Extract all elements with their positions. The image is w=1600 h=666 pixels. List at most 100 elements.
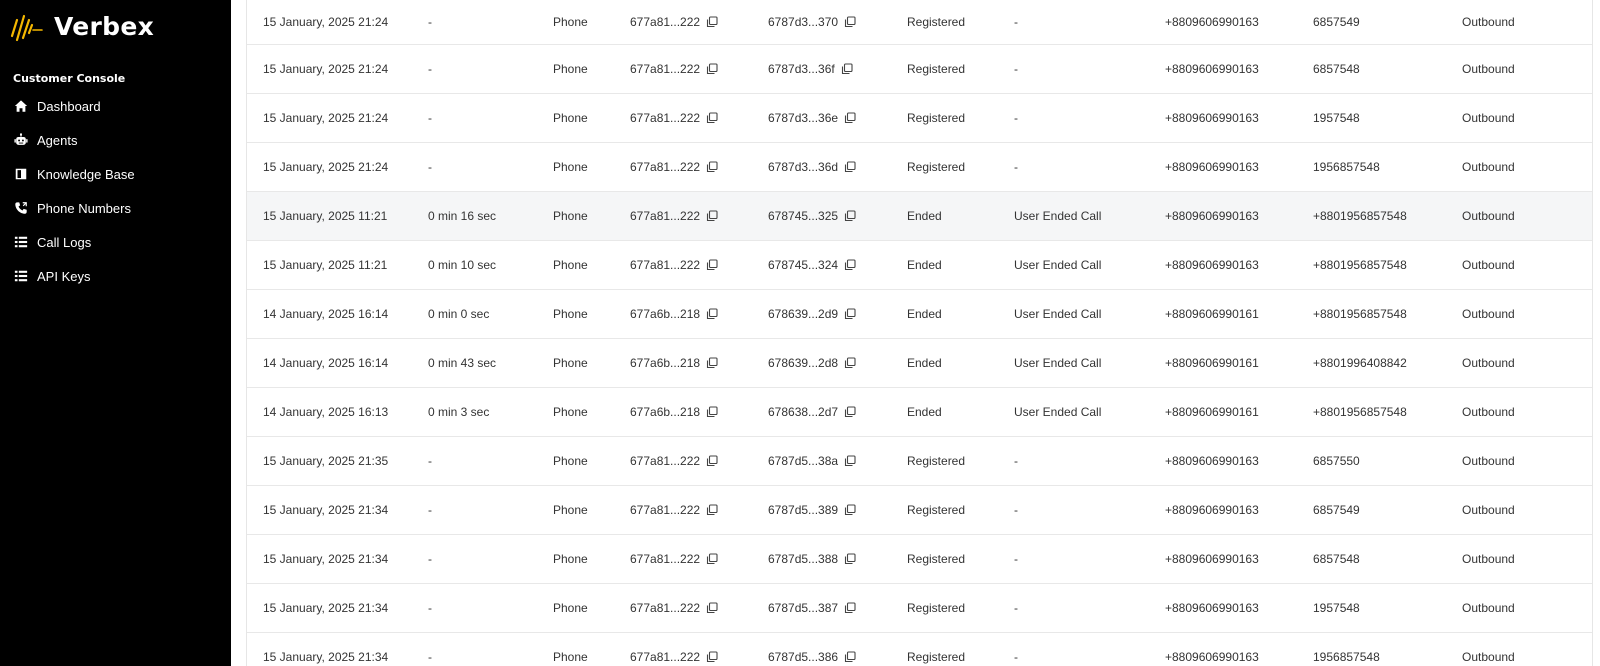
cell-agent-id: 677a6b...218 [630, 307, 768, 321]
copy-icon[interactable] [706, 161, 718, 173]
cell-agent-id: 677a81...222 [630, 503, 768, 517]
main-content: 15 January, 2025 21:24 - Phone 677a81...… [231, 0, 1600, 666]
table-row[interactable]: 15 January, 2025 21:34 - Phone 677a81...… [247, 486, 1592, 535]
copy-icon[interactable] [706, 16, 718, 28]
agent-id-text: 677a81...222 [630, 258, 701, 272]
table-row[interactable]: 14 January, 2025 16:14 0 min 43 sec Phon… [247, 339, 1592, 388]
cell-date: 15 January, 2025 21:24 [263, 111, 389, 125]
table-row[interactable]: 15 January, 2025 11:21 0 min 16 sec Phon… [247, 192, 1592, 241]
cell-date: 14 January, 2025 16:14 [263, 307, 389, 321]
copy-icon[interactable] [844, 651, 856, 663]
agent-id-text: 677a81...222 [630, 62, 701, 76]
cell-type: Phone [553, 454, 588, 468]
cell-direction: Outbound [1462, 62, 1515, 76]
cell-duration: - [428, 503, 432, 517]
copy-icon[interactable] [844, 455, 856, 467]
table-row[interactable]: 15 January, 2025 21:24 - Phone 677a81...… [247, 143, 1592, 192]
copy-icon[interactable] [706, 455, 718, 467]
table-row[interactable]: 15 January, 2025 21:24 - Phone 677a81...… [247, 45, 1592, 94]
call-id-text: 678638...2d7 [768, 405, 839, 419]
table-row[interactable]: 14 January, 2025 16:14 0 min 0 sec Phone… [247, 290, 1592, 339]
copy-icon[interactable] [706, 553, 718, 565]
cell-direction: Outbound [1462, 650, 1515, 664]
copy-icon[interactable] [706, 210, 718, 222]
copy-icon[interactable] [844, 357, 856, 369]
cell-to-number: +8801956857548 [1313, 258, 1407, 272]
cell-end-reason: - [1014, 601, 1018, 615]
copy-icon[interactable] [706, 406, 718, 418]
table-row[interactable]: 15 January, 2025 21:35 - Phone 677a81...… [247, 437, 1592, 486]
copy-icon[interactable] [844, 112, 856, 124]
cell-direction: Outbound [1462, 307, 1515, 321]
table-row[interactable]: 14 January, 2025 16:13 0 min 3 sec Phone… [247, 388, 1592, 437]
copy-icon[interactable] [706, 112, 718, 124]
copy-icon[interactable] [844, 259, 856, 271]
cell-from-number: +8809606990161 [1165, 405, 1259, 419]
sidebar-item-call-logs[interactable]: Call Logs [0, 225, 231, 259]
cell-duration: - [428, 62, 432, 76]
cell-status: Ended [907, 307, 942, 321]
copy-icon[interactable] [844, 210, 856, 222]
copy-icon[interactable] [844, 504, 856, 516]
cell-duration: - [428, 111, 432, 125]
brand[interactable]: Verbex [0, 0, 231, 52]
cell-type: Phone [553, 62, 588, 76]
cell-from-number: +8809606990163 [1165, 601, 1259, 615]
cell-direction: Outbound [1462, 503, 1515, 517]
sidebar-item-api-keys[interactable]: API Keys [0, 259, 231, 293]
copy-icon[interactable] [844, 16, 856, 28]
cell-from-number: +8809606990163 [1165, 15, 1259, 29]
table-row[interactable]: 15 January, 2025 21:34 - Phone 677a81...… [247, 584, 1592, 633]
table-row[interactable]: 15 January, 2025 21:24 - Phone 677a81...… [247, 94, 1592, 143]
phone-icon [13, 200, 29, 216]
table-row[interactable]: 15 January, 2025 21:24 - Phone 677a81...… [247, 0, 1592, 45]
table-row[interactable]: 15 January, 2025 21:34 - Phone 677a81...… [247, 535, 1592, 584]
cell-to-number: 6857548 [1313, 552, 1360, 566]
sidebar-item-knowledge-base[interactable]: Knowledge Base [0, 157, 231, 191]
copy-icon[interactable] [844, 602, 856, 614]
cell-type: Phone [553, 307, 588, 321]
cell-agent-id: 677a6b...218 [630, 356, 768, 370]
cell-call-id: 6787d5...38a [768, 454, 907, 468]
cell-agent-id: 677a81...222 [630, 209, 768, 223]
sidebar-item-phone-numbers[interactable]: Phone Numbers [0, 191, 231, 225]
copy-icon[interactable] [706, 259, 718, 271]
cell-direction: Outbound [1462, 111, 1515, 125]
copy-icon[interactable] [844, 308, 856, 320]
copy-icon[interactable] [706, 357, 718, 369]
agent-id-text: 677a81...222 [630, 503, 701, 517]
cell-type: Phone [553, 258, 588, 272]
copy-icon[interactable] [706, 504, 718, 516]
cell-date: 15 January, 2025 21:34 [263, 552, 389, 566]
copy-icon[interactable] [844, 406, 856, 418]
copy-icon[interactable] [706, 602, 718, 614]
cell-duration: 0 min 43 sec [428, 356, 497, 370]
sidebar-item-dashboard[interactable]: Dashboard [0, 89, 231, 123]
cell-date: 15 January, 2025 21:24 [263, 62, 389, 76]
cell-status: Ended [907, 356, 942, 370]
table-row[interactable]: 15 January, 2025 21:34 - Phone 677a81...… [247, 633, 1592, 666]
cell-call-id: 6787d3...370 [768, 15, 907, 29]
agent-id-text: 677a81...222 [630, 552, 701, 566]
cell-to-number: 6857548 [1313, 62, 1360, 76]
cell-agent-id: 677a81...222 [630, 650, 768, 664]
table-row[interactable]: 15 January, 2025 11:21 0 min 10 sec Phon… [247, 241, 1592, 290]
copy-icon[interactable] [706, 651, 718, 663]
cell-to-number: +8801956857548 [1313, 405, 1407, 419]
cell-type: Phone [553, 503, 588, 517]
cell-end-reason: User Ended Call [1014, 307, 1102, 321]
cell-direction: Outbound [1462, 160, 1515, 174]
copy-icon[interactable] [706, 308, 718, 320]
cell-end-reason: User Ended Call [1014, 356, 1102, 370]
cell-duration: - [428, 15, 432, 29]
copy-icon[interactable] [844, 553, 856, 565]
cell-date: 15 January, 2025 21:34 [263, 503, 389, 517]
cell-date: 15 January, 2025 21:34 [263, 650, 389, 664]
copy-icon[interactable] [841, 63, 853, 75]
copy-icon[interactable] [844, 161, 856, 173]
cell-date: 14 January, 2025 16:13 [263, 405, 389, 419]
sidebar-item-agents[interactable]: Agents [0, 123, 231, 157]
agent-id-text: 677a6b...218 [630, 356, 701, 370]
cell-status: Registered [907, 15, 966, 29]
copy-icon[interactable] [706, 63, 718, 75]
